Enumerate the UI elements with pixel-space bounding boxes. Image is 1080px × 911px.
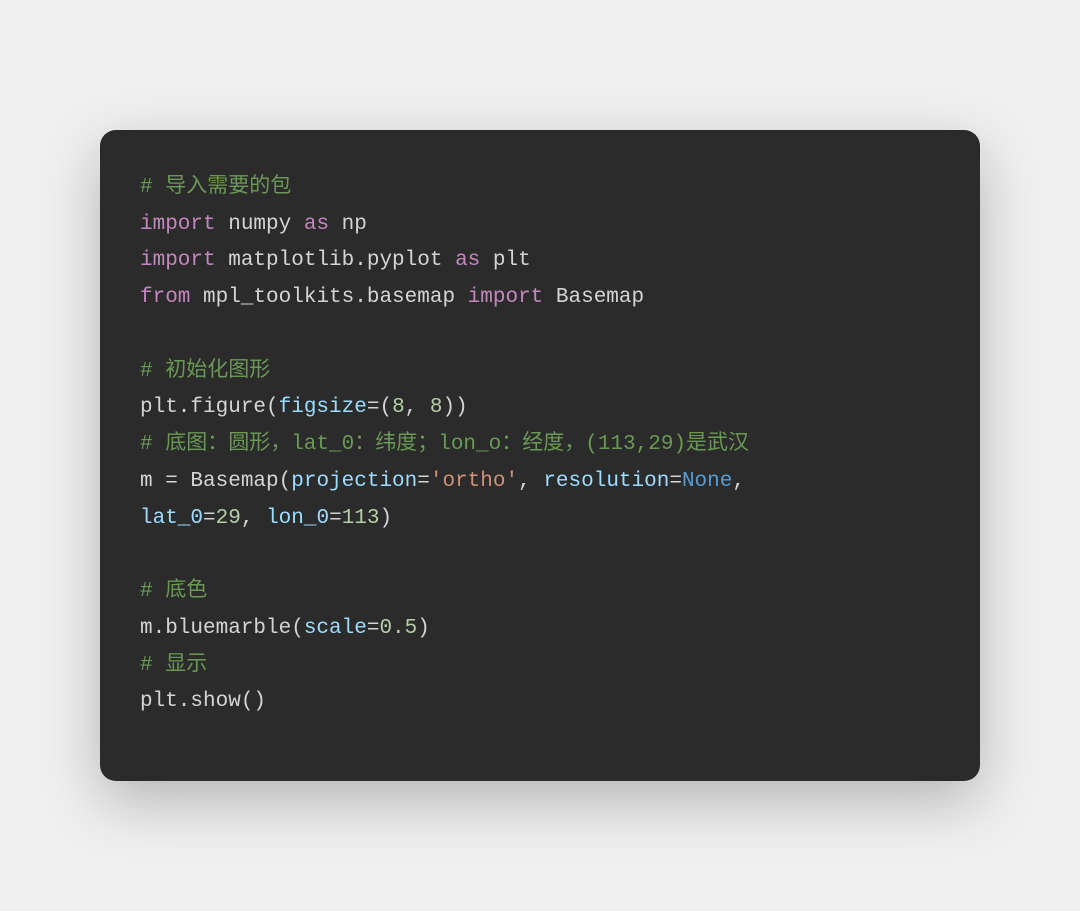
code-line: # 初始化图形 (140, 354, 940, 391)
code-line: # 底图：圆形，lat_0：纬度；lon_o：经度，(113,29)是武汉 (140, 427, 940, 464)
code-token: # 底色 (140, 580, 207, 603)
code-token: 113 (342, 507, 380, 530)
code-token: plt (480, 249, 530, 272)
code-token: = (203, 507, 216, 530)
code-line: import matplotlib.pyplot as plt (140, 243, 940, 280)
code-token: = (367, 617, 380, 640)
code-line: m = Basemap(projection='ortho', resoluti… (140, 464, 940, 501)
code-token: None (682, 470, 732, 493)
code-token: # 底图：圆形，lat_0：纬度；lon_o：经度，(113,29)是武汉 (140, 433, 749, 456)
code-token: ) (380, 507, 393, 530)
code-token: 8 (392, 396, 405, 419)
code-token: 8 (430, 396, 443, 419)
code-token: = (669, 470, 682, 493)
code-token: # 显示 (140, 654, 207, 677)
code-token: 29 (216, 507, 241, 530)
code-token: import (140, 249, 216, 272)
code-token: plt.show() (140, 690, 266, 713)
code-token: figsize (279, 396, 367, 419)
code-line: from mpl_toolkits.basemap import Basemap (140, 280, 940, 317)
code-token: =( (367, 396, 392, 419)
code-line: plt.show() (140, 684, 940, 721)
code-token: mpl_toolkits.basemap (190, 286, 467, 309)
code-token: 'ortho' (430, 470, 518, 493)
code-token: )) (443, 396, 468, 419)
code-token: , (518, 470, 543, 493)
code-line: # 导入需要的包 (140, 170, 940, 207)
code-block: # 导入需要的包import numpy as npimport matplot… (140, 170, 940, 721)
code-line: # 底色 (140, 574, 940, 611)
code-line: # 显示 (140, 648, 940, 685)
code-card: # 导入需要的包import numpy as npimport matplot… (100, 130, 980, 781)
code-token: np (329, 213, 367, 236)
code-token: scale (304, 617, 367, 640)
code-token: lon_0 (266, 507, 329, 530)
code-token: resolution (543, 470, 669, 493)
code-token: matplotlib.pyplot (216, 249, 455, 272)
code-token: as (304, 213, 329, 236)
code-token: # 初始化图形 (140, 360, 270, 383)
code-line: import numpy as np (140, 207, 940, 244)
code-token: import (140, 213, 216, 236)
code-token: = (417, 470, 430, 493)
code-token: Basemap (543, 286, 644, 309)
code-token: projection (291, 470, 417, 493)
code-token: # 导入需要的包 (140, 176, 291, 199)
code-token: import (468, 286, 544, 309)
code-token: lat_0 (140, 507, 203, 530)
code-line: m.bluemarble(scale=0.5) (140, 611, 940, 648)
code-token: numpy (216, 213, 304, 236)
code-token: plt.figure( (140, 396, 279, 419)
code-token: , (732, 470, 757, 493)
code-token: from (140, 286, 190, 309)
code-line (140, 537, 940, 574)
code-token: = (329, 507, 342, 530)
code-token: as (455, 249, 480, 272)
code-line (140, 317, 940, 354)
code-token: , (241, 507, 266, 530)
code-token: ) (417, 617, 430, 640)
code-line: plt.figure(figsize=(8, 8)) (140, 390, 940, 427)
code-line: lat_0=29, lon_0=113) (140, 501, 940, 538)
code-token: m.bluemarble( (140, 617, 304, 640)
code-token: m = Basemap( (140, 470, 291, 493)
code-token: , (405, 396, 430, 419)
code-token: 0.5 (379, 617, 417, 640)
